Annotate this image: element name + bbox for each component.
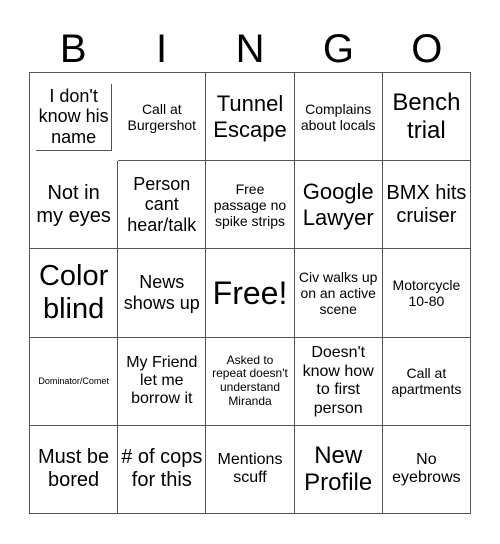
bingo-cell[interactable]: Not in my eyes <box>30 161 119 250</box>
bingo-cell[interactable]: Tunnel Escape <box>206 73 295 162</box>
bingo-cell[interactable]: Mentions scuff <box>206 425 295 514</box>
bingo-cell[interactable]: Call at apartments <box>382 337 471 426</box>
bingo-cell[interactable]: Call at Burgershot <box>118 73 207 162</box>
bingo-cell[interactable]: Motorcycle 10-80 <box>382 249 471 338</box>
bingo-board: I don't know his name Call at Burgershot… <box>29 72 471 514</box>
header-letter-n: N <box>235 27 265 71</box>
bingo-cell[interactable]: Complains about locals <box>294 73 383 162</box>
bingo-cell[interactable]: Color blind <box>30 249 119 338</box>
bingo-cell[interactable]: Google Lawyer <box>294 161 383 250</box>
bingo-cell[interactable]: Free passage no spike strips <box>206 161 295 250</box>
bingo-cell[interactable]: Bench trial <box>382 73 471 162</box>
header-letter-g: G <box>322 27 354 71</box>
bingo-cell[interactable]: Dominator/Comet <box>30 337 119 426</box>
bingo-cell[interactable]: No eyebrows <box>382 425 471 514</box>
bingo-cell[interactable]: My Friend let me borrow it <box>118 337 207 426</box>
bingo-cell[interactable]: Doesn't know how to first person <box>294 337 383 426</box>
bingo-cell[interactable]: Asked to repeat doesn't understand Miran… <box>206 337 295 426</box>
bingo-cell[interactable]: BMX hits cruiser <box>382 161 471 250</box>
bingo-cell[interactable]: News shows up <box>118 249 207 338</box>
bingo-cell[interactable]: Civ walks up on an active scene <box>294 249 383 338</box>
header-letter-i: I <box>156 27 168 71</box>
bingo-cell[interactable]: Person cant hear/talk <box>118 161 207 250</box>
free-space-cell[interactable]: Free! <box>206 249 295 338</box>
bingo-cell[interactable]: New Profile <box>294 425 383 514</box>
bingo-cell[interactable]: I don't know his name <box>36 83 113 151</box>
header-letter-b: B <box>59 27 87 71</box>
header-letter-o: O <box>411 27 443 71</box>
bingo-header: B I N G O <box>29 24 471 74</box>
bingo-cell[interactable]: Must be bored <box>30 425 119 514</box>
bingo-cell[interactable]: # of cops for this <box>118 425 207 514</box>
